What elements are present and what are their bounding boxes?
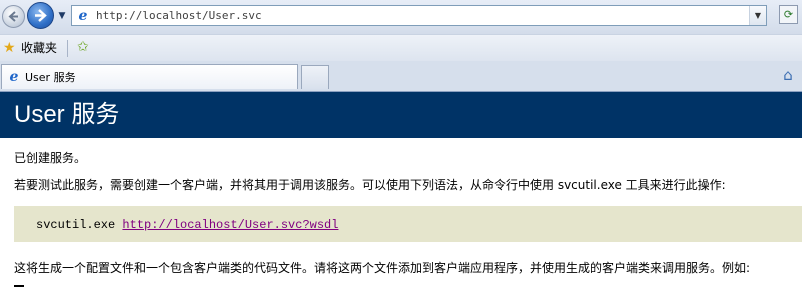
back-arrow-icon	[8, 11, 18, 22]
tab-user-service[interactable]: e User 服务	[1, 64, 298, 89]
favorites-button[interactable]: 收藏夹	[21, 41, 57, 55]
page-header: User 服务	[0, 92, 802, 138]
code-command-line: svcutil.exe http://localhost/User.svc?ws…	[36, 218, 338, 232]
home-icon[interactable]: ⌂	[778, 65, 798, 85]
wsdl-link[interactable]: http://localhost/User.svc?wsdl	[122, 218, 338, 232]
refresh-icon: ⟳	[783, 8, 794, 21]
generated-files-text: 这将生成一个配置文件和一个包含客户端类的代码文件。请将这两个文件添加到客户端应用…	[14, 261, 751, 275]
page-title: User 服务	[14, 101, 120, 128]
star-icon[interactable]: ★	[3, 40, 16, 56]
back-button[interactable]	[2, 5, 25, 28]
tab-label: User 服务	[25, 71, 76, 84]
recent-pages-dropdown[interactable]: ▼	[57, 10, 67, 22]
ie-page-icon: e	[9, 69, 19, 85]
favorites-divider	[67, 40, 68, 57]
favorites-bar: ★ 收藏夹 ✩	[0, 34, 802, 61]
forward-button[interactable]	[27, 2, 54, 29]
next-paragraph-cutoff	[14, 285, 24, 287]
browser-chrome: ▼ e http://localhost/User.svc ▼ ⟳ ★ 收藏夹 …	[0, 0, 802, 92]
new-tab-button[interactable]	[301, 65, 329, 89]
address-bar[interactable]: e http://localhost/User.svc ▼	[71, 5, 767, 26]
service-created-text: 已创建服务。	[14, 151, 87, 165]
forward-arrow-icon	[35, 9, 47, 22]
address-url[interactable]: http://localhost/User.svc	[96, 9, 262, 23]
tab-bar: e User 服务 ⌂	[0, 61, 802, 92]
address-dropdown-button[interactable]: ▼	[749, 6, 766, 25]
code-block: svcutil.exe http://localhost/User.svc?ws…	[14, 206, 802, 242]
add-favorite-icon[interactable]: ✩	[77, 39, 89, 55]
code-command: svcutil.exe	[36, 218, 116, 232]
instructions-text: 若要测试此服务，需要创建一个客户端，并将其用于调用该服务。可以使用下列语法，从命…	[14, 178, 726, 192]
refresh-button[interactable]: ⟳	[779, 5, 798, 24]
ie-page-icon: e	[78, 8, 88, 24]
navigation-bar: ▼ e http://localhost/User.svc ▼ ⟳	[0, 0, 802, 34]
